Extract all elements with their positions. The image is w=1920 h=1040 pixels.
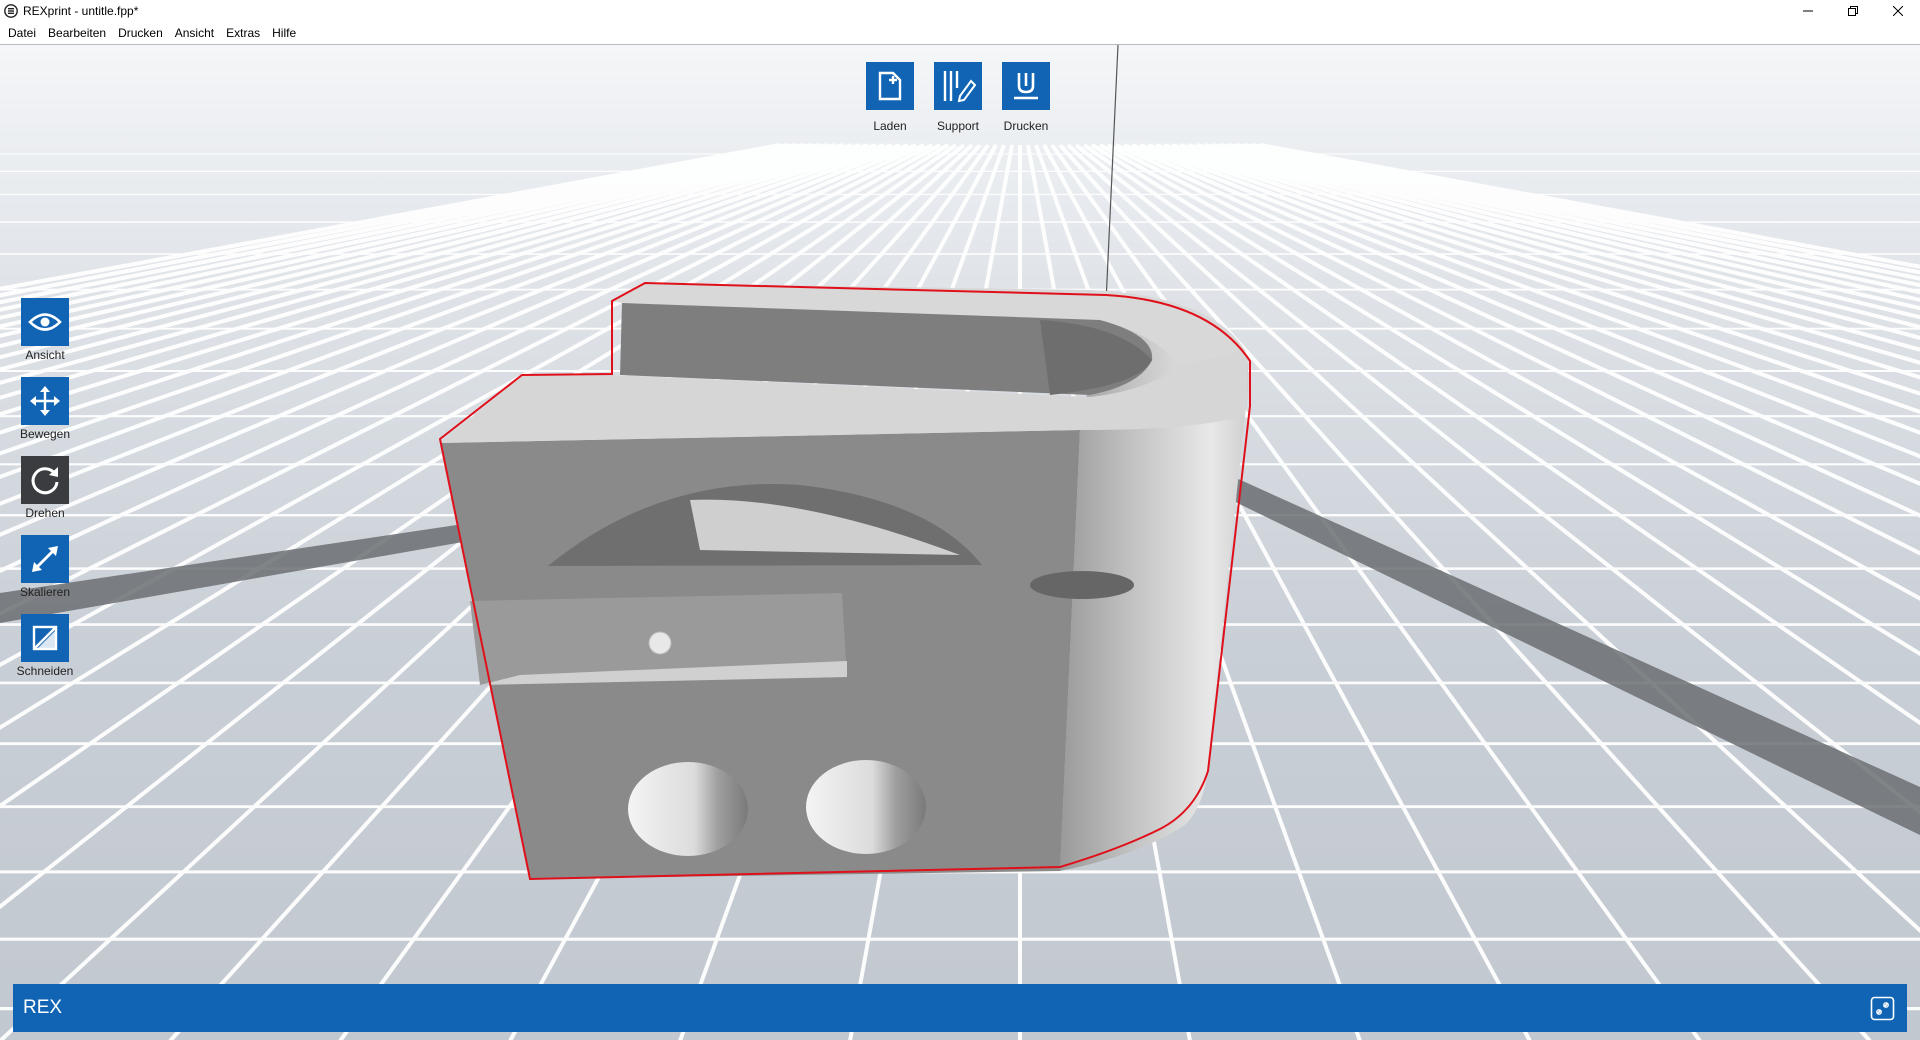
cut-button[interactable] — [21, 614, 69, 662]
scale-diagonal-icon — [32, 546, 58, 572]
tool-drehen-label: Drehen — [25, 506, 65, 520]
model-hole-left — [628, 762, 748, 856]
move-button[interactable] — [21, 377, 69, 425]
load-button[interactable] — [866, 62, 914, 110]
status-bar: REX — [13, 984, 1907, 1032]
rotate-icon — [31, 467, 59, 495]
print-button[interactable] — [1002, 62, 1050, 110]
tool-schneiden[interactable]: Schneiden — [17, 614, 73, 678]
cut-icon — [32, 625, 58, 651]
top-toolbar: Laden Support Drucken — [866, 62, 1050, 133]
build-plate-scene[interactable] — [0, 45, 1920, 1040]
menu-bearbeiten[interactable]: Bearbeiten — [42, 22, 112, 44]
support-edit-icon — [943, 71, 976, 103]
tool-skalieren[interactable]: Skalieren — [19, 535, 71, 599]
link-settings-icon[interactable] — [1870, 996, 1895, 1021]
close-icon — [1892, 6, 1903, 16]
restore-button[interactable] — [1830, 0, 1875, 22]
minimize-icon — [1802, 10, 1813, 12]
tool-drehen[interactable]: Drehen — [21, 456, 69, 520]
minimize-button[interactable] — [1785, 0, 1830, 22]
load-file-icon — [878, 71, 902, 101]
tool-skalieren-label: Skalieren — [19, 585, 71, 599]
model-hole-right — [806, 760, 926, 854]
menu-datei[interactable]: Datei — [2, 22, 42, 44]
scale-button[interactable] — [21, 535, 69, 583]
rotate-button[interactable] — [21, 456, 69, 504]
menu-drucken[interactable]: Drucken — [112, 22, 169, 44]
move-arrows-icon — [30, 386, 60, 416]
3d-viewport[interactable]: Laden Support Drucken Ansicht Bewegen Dr… — [0, 44, 1920, 1040]
tool-support-label: Support — [936, 119, 980, 133]
tool-drucken[interactable]: Drucken — [1002, 62, 1050, 133]
menu-hilfe[interactable]: Hilfe — [266, 22, 302, 44]
print-nozzle-icon — [1014, 73, 1038, 100]
model-screw-hole — [648, 631, 672, 655]
rexprint-logo-icon — [4, 4, 18, 18]
tool-bewegen[interactable]: Bewegen — [19, 377, 71, 441]
model-side-slot — [1030, 571, 1134, 599]
tool-bewegen-label: Bewegen — [19, 427, 71, 441]
menu-extras[interactable]: Extras — [220, 22, 266, 44]
tool-laden[interactable]: Laden — [866, 62, 914, 133]
window-controls — [1785, 0, 1920, 22]
eye-icon — [28, 313, 62, 331]
title-bar: REXprint - untitle.fpp* — [0, 0, 1920, 22]
restore-icon — [1847, 6, 1858, 16]
menu-ansicht[interactable]: Ansicht — [169, 22, 220, 44]
window-title: REXprint - untitle.fpp* — [23, 4, 139, 18]
status-text: REX — [23, 997, 63, 1018]
view-button[interactable] — [21, 298, 69, 346]
tool-laden-label: Laden — [873, 119, 907, 133]
left-toolbar: Ansicht Bewegen Drehen Skalieren Schneid… — [17, 298, 73, 678]
close-button[interactable] — [1875, 0, 1920, 22]
support-button[interactable] — [934, 62, 982, 110]
tool-ansicht-label: Ansicht — [25, 348, 65, 362]
menu-bar: Datei Bearbeiten Drucken Ansicht Extras … — [0, 22, 1920, 44]
tool-drucken-label: Drucken — [1003, 119, 1049, 133]
tool-support[interactable]: Support — [934, 62, 982, 133]
tool-schneiden-label: Schneiden — [16, 664, 74, 678]
tool-ansicht[interactable]: Ansicht — [21, 298, 69, 362]
